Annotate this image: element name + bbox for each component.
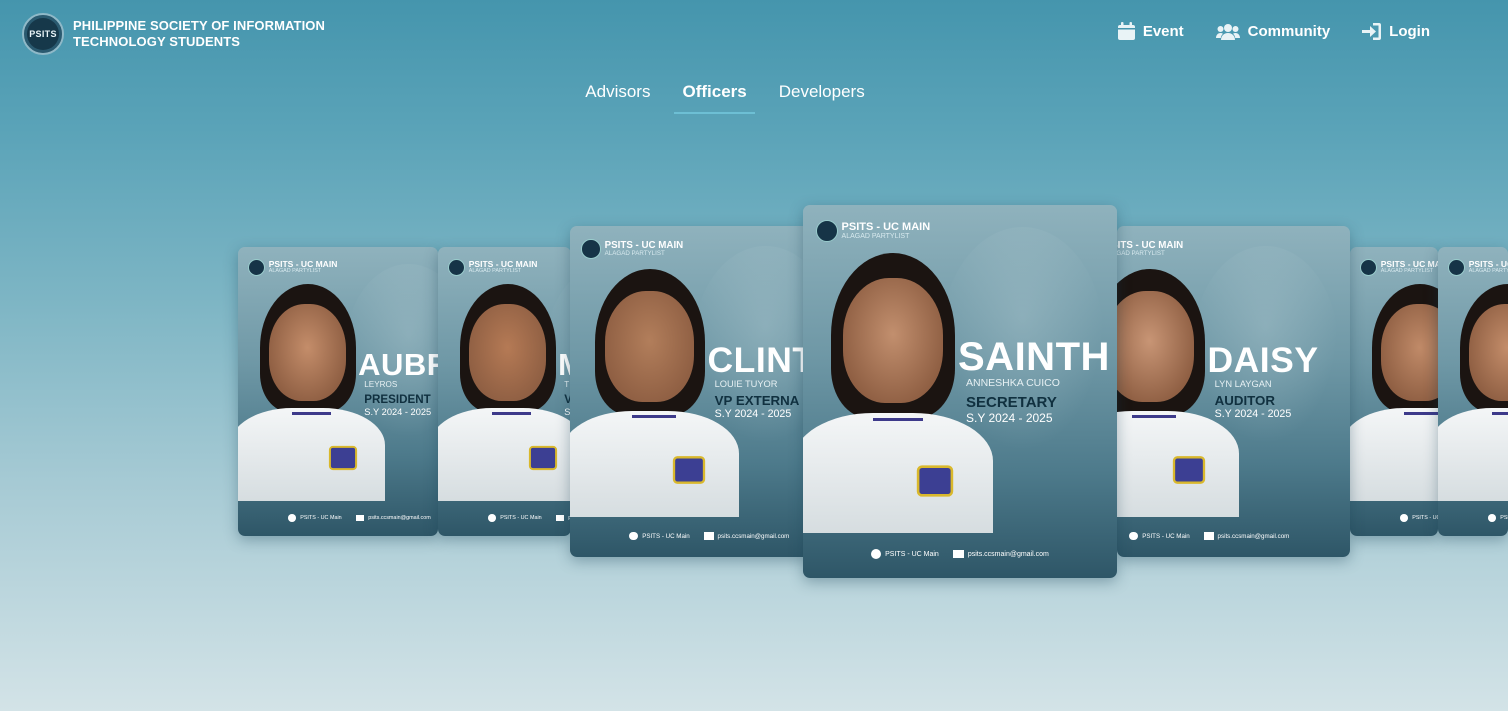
facebook-handle: PSITS - UC Main xyxy=(500,514,542,521)
officer-card[interactable]: PSITS - UC MAIN ALAGAD PARTYLIST CLINT LOUI… xyxy=(570,226,810,557)
ccs-badge-icon xyxy=(1172,455,1205,484)
officer-first-name: SAINTH xyxy=(958,335,1110,379)
card-footer: PSITS - UC Mainpsits.ccsmain@gmail.com xyxy=(1350,513,1438,522)
email-address: psits.ccsmain@gmail.com xyxy=(1217,532,1290,540)
facebook-handle: PSITS - UC Main xyxy=(300,514,342,521)
officer-sy: S.Y 2024 - 2025 xyxy=(1214,408,1292,421)
facebook-icon xyxy=(1488,513,1497,522)
card-footer: PSITS - UC Main psits.ccsmain@gmail.com xyxy=(803,549,1117,560)
card-footer: PSITS - UC Mainpsits.ccsmain@gmail.com xyxy=(1438,513,1508,522)
officer-first-name: AUBRI xyxy=(358,347,438,383)
officer-info: SAINTH ANNESHKA CUICO SECRETARY S.Y 2024 - … xyxy=(958,337,1110,425)
mail-icon xyxy=(703,532,714,540)
officer-card[interactable]: PSITS - UC MAINALAGAD PARTYLISTS.Y 2024 … xyxy=(1438,247,1508,536)
facebook-icon xyxy=(1400,513,1409,522)
card-footer: PSITS - UC Main psits.ccsmain@gmail.com xyxy=(238,513,438,522)
officer-info: CLINT LOUIE TUYOR VP EXTERNA S.Y 2024 - 202… xyxy=(708,343,810,421)
mail-icon xyxy=(952,550,964,559)
ccs-badge-icon xyxy=(916,465,954,497)
email-address: psits.ccsmain@gmail.com xyxy=(368,514,431,521)
ccs-badge-icon xyxy=(672,455,705,484)
facebook-handle: PSITS - UC Main xyxy=(1500,514,1508,521)
ccs-badge-icon xyxy=(529,446,558,471)
officer-sy: S.Y 2024 - 2025 xyxy=(714,408,792,421)
officer-portrait xyxy=(238,253,386,502)
mail-icon xyxy=(355,514,365,521)
email-address: psits.ccsmain@gmail.com xyxy=(967,550,1049,558)
officer-portrait xyxy=(438,253,571,502)
officers-carousel[interactable]: PSITS - UC MAINALAGAD PARTYLISTAUBRILEYR… xyxy=(0,0,1508,711)
officer-last-name: LOUIE TUYOR xyxy=(714,378,778,389)
mail-icon xyxy=(1203,532,1214,540)
officer-first-name: DAISY xyxy=(1207,340,1319,381)
facebook-icon xyxy=(488,513,497,522)
officer-portrait xyxy=(803,213,993,534)
officer-role: PRESIDENT xyxy=(364,393,431,407)
card-footer: PSITS - UC Main psits.ccsmain@gmail.com xyxy=(1117,531,1349,541)
facebook-handle: PSITS - UC Main xyxy=(885,550,939,558)
officer-sy: S.Y 2024 - 2025 xyxy=(364,407,432,418)
officer-card[interactable]: PSITS - UC MAINALAGAD PARTYLISTDAISYLYN … xyxy=(1117,226,1350,557)
mail-icon xyxy=(555,514,565,521)
officer-card[interactable]: PSITS - UC MAINALAGAD PARTYLISTJERAIZGAC… xyxy=(1350,247,1438,536)
facebook-handle: PSITS - UC Main xyxy=(642,532,690,540)
officer-card[interactable]: PSITS - UC MAIN ALAGAD PARTYLIST SAINTH ANN… xyxy=(803,205,1117,578)
officer-info: DAISY LYN LAYGAN AUDITOR S.Y 2024 - 2025 xyxy=(1208,343,1319,421)
facebook-icon xyxy=(871,549,882,560)
card-footer: PSITS - UC Mainpsits.ccsmain@gmail.com xyxy=(438,513,571,522)
facebook-icon xyxy=(629,531,639,541)
facebook-icon xyxy=(288,513,297,522)
officer-sy: S.Y 2024 - 2025 xyxy=(966,410,1053,425)
email-address: psits.ccsmain@gmail.com xyxy=(717,532,790,540)
card-footer: PSITS - UC Main psits.ccsmain@gmail.com xyxy=(570,531,810,541)
officer-portrait xyxy=(1350,253,1438,502)
officer-portrait xyxy=(570,233,739,518)
officer-role: SECRETARY xyxy=(966,393,1057,411)
officer-card[interactable]: PSITS - UC MAINALAGAD PARTYLISTMTVS.Y 20… xyxy=(438,247,571,536)
facebook-handle: PSITS - UC Main xyxy=(1412,514,1438,521)
officer-portrait xyxy=(1438,253,1508,502)
officer-card[interactable]: PSITS - UC MAINALAGAD PARTYLISTAUBRILEYR… xyxy=(238,247,438,536)
officer-role: AUDITOR xyxy=(1214,393,1275,409)
officer-last-name: LYN LAYGAN xyxy=(1214,378,1272,389)
facebook-handle: PSITS - UC Main xyxy=(1142,532,1190,540)
officer-info: AUBRILEYROSPRESIDENTS.Y 2024 - 2025 xyxy=(358,349,438,417)
facebook-icon xyxy=(1129,531,1139,541)
officer-first-name: CLINT xyxy=(707,340,810,381)
officer-role: VP EXTERNA xyxy=(714,393,800,409)
ccs-badge-icon xyxy=(329,446,358,471)
